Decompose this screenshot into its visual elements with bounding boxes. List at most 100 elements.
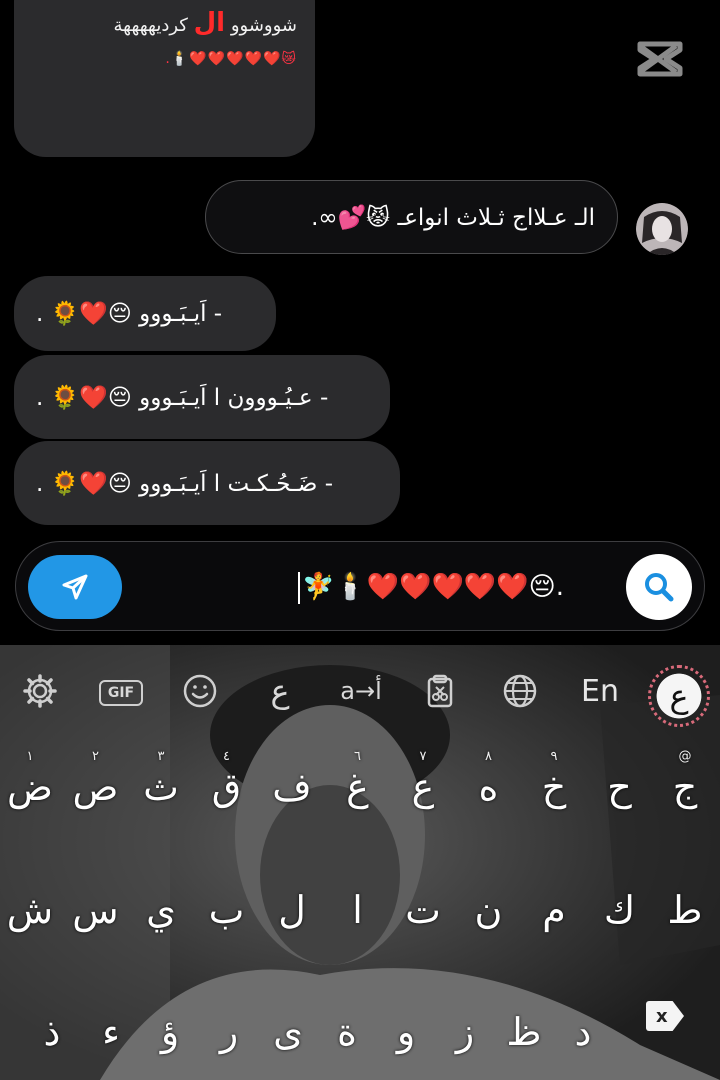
arabic-language-badge[interactable]: ع: [648, 665, 710, 727]
search-button[interactable]: [626, 554, 692, 620]
capcut-logo-icon: [637, 41, 683, 77]
arabic-style-glyph: ع: [270, 672, 290, 710]
keyboard: GIF ع a→أ En ع @ ج ح ٩ خ ٨ ه ٧ ع ٦ غ ف ٤…: [0, 645, 720, 1080]
key-label: و: [396, 1010, 416, 1054]
keyboard-key[interactable]: ٢ص: [69, 740, 123, 820]
message-emoji-line: .🕯️❤️❤️❤️❤️❤️😿: [165, 51, 297, 67]
keyboard-key[interactable]: ن: [462, 863, 516, 943]
keyboard-key[interactable]: د: [556, 985, 610, 1065]
keyboard-key[interactable]: ح: [593, 740, 647, 820]
backspace-key[interactable]: x: [646, 1001, 684, 1031]
key-hint: @: [678, 749, 692, 764]
key-label: ي: [146, 888, 176, 932]
key-label: ر: [219, 1010, 239, 1054]
emoji-button[interactable]: [178, 669, 222, 713]
search-icon: [645, 573, 674, 602]
keyboard-key[interactable]: ش: [3, 863, 57, 943]
key-label: ج: [672, 765, 698, 809]
settings-button[interactable]: [18, 669, 62, 713]
message-composer[interactable]: 🧚🕯️❤️❤️❤️❤️❤️😔.: [15, 541, 705, 631]
key-hint: ٤: [223, 749, 230, 764]
key-label: ا: [352, 888, 363, 932]
incoming-message-bubble[interactable]: - اَيـبَـووو 😔❤️🌻 .: [14, 276, 276, 351]
outgoing-message-bubble[interactable]: الـ عـلااج ثـلاث انواعـ 😾💕∞.: [205, 180, 618, 254]
gif-button[interactable]: GIF: [99, 680, 143, 706]
avatar-image: [636, 203, 688, 255]
globe-icon: [503, 674, 537, 708]
keyboard-key[interactable]: ٧ع: [396, 740, 450, 820]
key-label: ت: [405, 888, 441, 932]
keyboard-key[interactable]: ذ: [25, 985, 79, 1065]
clipboard-button[interactable]: [418, 669, 462, 713]
incoming-message-bubble[interactable]: - عـيُـووون ا اَيـبَـووو 😔❤️🌻 .: [14, 355, 390, 439]
key-label: د: [574, 1010, 592, 1054]
keyboard-key[interactable]: ي: [134, 863, 188, 943]
key-label: غ: [346, 765, 369, 809]
key-label: ك: [603, 888, 636, 932]
keyboard-key[interactable]: ة: [320, 985, 374, 1065]
keyboard-key[interactable]: ر: [202, 985, 256, 1065]
message-line: شووشوو ال كرديههههة: [32, 10, 297, 39]
keyboard-key[interactable]: ب: [200, 863, 254, 943]
keyboard-key[interactable]: ا: [331, 863, 385, 943]
key-label: ة: [337, 1010, 357, 1054]
keyboard-key[interactable]: ٨ه: [462, 740, 516, 820]
message-text: - اَيـبَـووو 😔❤️🌻 .: [36, 301, 223, 327]
key-label: ف: [272, 765, 312, 809]
translate-button[interactable]: a→أ: [333, 669, 389, 713]
keyboard-key[interactable]: ء: [84, 985, 138, 1065]
avatar[interactable]: [636, 203, 688, 255]
keyboard-key[interactable]: ط: [658, 863, 712, 943]
incoming-message-bubble[interactable]: - ضَـحُـكـت ا اَيـبَـووو 😔❤️🌻 .: [14, 441, 400, 525]
keyboard-key[interactable]: ك: [593, 863, 647, 943]
key-label: ق: [211, 765, 242, 809]
translate-label: a→أ: [340, 677, 382, 705]
key-label: ل: [278, 888, 306, 932]
key-label: ى: [273, 1010, 303, 1054]
message-input-value: 🧚🕯️❤️❤️❤️❤️❤️😔.: [302, 572, 564, 602]
gif-icon: GIF: [107, 685, 135, 701]
key-label: ع: [411, 765, 435, 809]
keyboard-key[interactable]: @ ج: [658, 740, 712, 820]
arabic-style-button[interactable]: ع: [258, 669, 302, 713]
keyboard-key[interactable]: ز: [438, 985, 492, 1065]
arabic-language-glyph: ع: [669, 677, 689, 715]
key-hint: ٣: [157, 749, 165, 764]
keyboard-key[interactable]: ل: [265, 863, 319, 943]
keyboard-key[interactable]: ٤ق: [200, 740, 254, 820]
key-label: ش: [6, 888, 54, 932]
key-label: ط: [667, 888, 703, 932]
key-label: ص: [72, 765, 119, 809]
keyboard-key[interactable]: س: [69, 863, 123, 943]
key-hint: ٢: [92, 749, 99, 764]
key-row-3: x دظزوةىرؤءذ: [0, 985, 720, 1065]
key-label: ذ: [43, 1010, 61, 1054]
keyboard-key[interactable]: ١ض: [3, 740, 57, 820]
emoji-icon: [183, 674, 217, 708]
keyboard-key[interactable]: ٩خ: [527, 740, 581, 820]
keyboard-key[interactable]: ؤ: [143, 985, 197, 1065]
globe-button[interactable]: [498, 669, 542, 713]
key-label: ء: [102, 1010, 120, 1054]
keyboard-key[interactable]: ف: [265, 740, 319, 820]
keyboard-key[interactable]: ٦غ: [331, 740, 385, 820]
keyboard-key[interactable]: ى: [261, 985, 315, 1065]
keyboard-key[interactable]: م: [527, 863, 581, 943]
keyboard-key[interactable]: ظ: [497, 985, 551, 1065]
incoming-message-bubble[interactable]: شووشوو ال كرديههههة .🕯️❤️❤️❤️❤️❤️😿: [14, 0, 315, 157]
message-highlight: ال: [193, 8, 226, 38]
message-text: الـ عـلااج ثـلاث انواعـ 😾💕∞.: [311, 204, 595, 231]
send-button[interactable]: [28, 555, 122, 619]
key-label: ن: [474, 888, 503, 932]
message-input[interactable]: 🧚🕯️❤️❤️❤️❤️❤️😔.: [298, 564, 564, 610]
message-text: - ضَـحُـكـت ا اَيـبَـووو 😔❤️🌻 .: [36, 470, 333, 497]
key-hint: ٦: [354, 749, 361, 764]
key-row-1: @ ج ح ٩ خ ٨ ه ٧ ع ٦ غ ف ٤ ق ٣ ث ٢ ص ١ ض: [0, 740, 720, 820]
key-row-2: طكمنتا لبيسش: [0, 863, 720, 943]
language-en-button[interactable]: En: [575, 669, 625, 713]
keyboard-key[interactable]: ت: [396, 863, 450, 943]
keyboard-key[interactable]: و: [379, 985, 433, 1065]
keyboard-key[interactable]: ٣ث: [134, 740, 188, 820]
key-label: ح: [607, 765, 632, 809]
key-label: ث: [143, 765, 179, 809]
